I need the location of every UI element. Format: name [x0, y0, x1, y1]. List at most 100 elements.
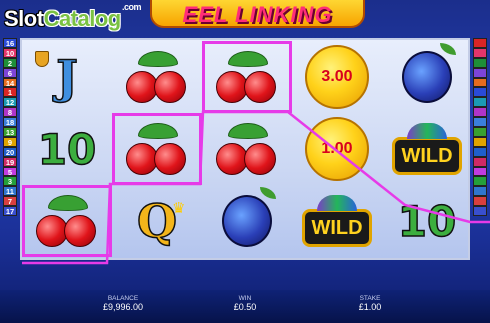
watermark-logo: SlotCatalog .com: [4, 2, 142, 32]
payline-indicator-left-12: 12: [3, 97, 17, 107]
crown-icon: ♛: [172, 200, 186, 217]
symbol-cell: 10: [382, 185, 472, 257]
symbol-10: 10: [397, 196, 457, 247]
winning-symbol-cell: [22, 185, 112, 257]
symbol-j: J: [55, 49, 78, 105]
winning-symbol-cell: [202, 41, 292, 113]
payline-indicator-left-6: 6: [3, 67, 17, 78]
symbol-cell: [202, 113, 292, 185]
winning-symbol-cell: [112, 113, 202, 185]
payline-indicators-left: 16 10 2 6 14 1 12 8 18 13 9 20 19 5 3 11 7 17: [3, 38, 17, 216]
plum-icon: [402, 43, 456, 103]
coin-symbol: 1.00: [305, 117, 369, 181]
payline-indicator-right-1: [473, 38, 487, 48]
symbol-cell: WILD: [382, 113, 472, 185]
payline-indicator-left-16: 16: [3, 38, 17, 48]
cherries-icon: [124, 49, 190, 105]
symbol-cell: WILD: [292, 185, 382, 257]
stake-label: STAKE: [359, 295, 381, 302]
cherry-icon: [244, 71, 276, 103]
wild-label: WILD: [401, 145, 453, 167]
payline-indicator-left-7: 7: [3, 196, 17, 206]
reel-3: [202, 40, 292, 258]
payline-indicator-left-1: 1: [3, 87, 17, 97]
win-display: WIN £0.50: [215, 295, 275, 312]
watermark-catalog-text: Catalog: [43, 6, 122, 31]
payline-indicator-right-12: [473, 146, 487, 157]
payline-indicator-left-5: 5: [3, 166, 17, 177]
cherry-icon: [154, 71, 186, 103]
payline-indicator-right-14: [473, 166, 487, 177]
payline-indicator-left-20: 20: [3, 146, 17, 157]
top-banner: SlotCatalog .com EEL LINKING: [0, 0, 490, 38]
shield-icon: [35, 51, 49, 67]
cherries-icon: [214, 121, 280, 177]
payline-indicator-right-13: [473, 156, 487, 167]
symbol-cell: [202, 185, 292, 257]
payline-indicator-left-8: 8: [3, 107, 17, 117]
payline-indicators-right: [473, 38, 487, 217]
balance-display: BALANCE £9,996.00: [93, 295, 153, 312]
win-value: £0.50: [233, 302, 257, 312]
cherries-icon: [124, 121, 190, 177]
payline-indicator-left-10: 10: [3, 47, 17, 58]
stake-display[interactable]: STAKE £1.00: [340, 295, 400, 312]
payline-indicator-right-3: [473, 57, 487, 68]
symbol-cell: [112, 41, 202, 113]
payline-indicator-left-19: 19: [3, 156, 17, 167]
payline-indicator-right-16: [473, 186, 487, 197]
payline-indicator-right-8: [473, 107, 487, 118]
payline-indicator-right-17: [473, 196, 487, 207]
reel-5: WILD 10: [382, 40, 472, 258]
leaf-icon: [138, 51, 178, 67]
cherry-icon: [64, 215, 96, 247]
wild-symbol: WILD: [302, 195, 372, 247]
leaf-icon: [228, 51, 268, 67]
stake-value[interactable]: £1.00: [340, 302, 400, 312]
symbol-10: 10: [37, 124, 97, 175]
symbol-cell: 10: [22, 113, 112, 185]
payline-indicator-left-9: 9: [3, 136, 17, 147]
leaf-icon: [440, 43, 456, 55]
plum-icon: [222, 187, 276, 247]
payline-indicator-left-18: 18: [3, 117, 17, 127]
leaf-icon: [228, 123, 268, 139]
payline-indicator-left-11: 11: [3, 186, 17, 196]
cherries-icon: [214, 49, 280, 105]
symbol-cell: Q ♛: [112, 185, 202, 257]
leaf-icon: [260, 187, 276, 199]
payline-indicator-right-4: [473, 67, 487, 78]
game-title: EEL LINKING: [150, 0, 365, 28]
symbol-cell: 1.00: [292, 113, 382, 185]
reel-4: 3.00 1.00 WILD: [292, 40, 382, 258]
payline-indicator-left-2: 2: [3, 57, 17, 68]
win-label: WIN: [238, 295, 252, 302]
payline-indicator-right-15: [473, 176, 487, 187]
watermark-com-text: .com: [122, 2, 142, 12]
jester-hat-icon: [317, 195, 357, 211]
cherry-icon: [244, 143, 276, 175]
payline-indicator-right-18: [473, 206, 487, 217]
symbol-cell: 3.00: [292, 41, 382, 113]
cherries-icon: [34, 193, 100, 249]
leaf-icon: [138, 123, 178, 139]
reel-window: J 10 Q ♛ 3.00 1.00 WILD WILD 10: [20, 38, 470, 260]
symbol-cell: J: [22, 41, 112, 113]
balance-value: £9,996.00: [102, 302, 144, 312]
payline-indicator-right-11: [473, 136, 487, 147]
reel-2: Q ♛: [112, 40, 202, 258]
cherry-icon: [154, 143, 186, 175]
wild-label: WILD: [311, 217, 363, 239]
leaf-icon: [48, 195, 88, 211]
reel-1: J 10: [22, 40, 112, 258]
payline-indicator-right-9: [473, 117, 487, 128]
payline-indicator-right-7: [473, 97, 487, 108]
balance-label: BALANCE: [107, 295, 139, 302]
payline-indicator-right-6: [473, 87, 487, 98]
payline-indicator-right-2: [473, 47, 487, 58]
bottom-status-bar: BALANCE £9,996.00 WIN £0.50 STAKE £1.00: [0, 290, 490, 323]
symbol-cell: [382, 41, 472, 113]
coin-symbol: 3.00: [305, 45, 369, 109]
payline-indicator-right-10: [473, 127, 487, 137]
payline-indicator-left-13: 13: [3, 127, 17, 137]
